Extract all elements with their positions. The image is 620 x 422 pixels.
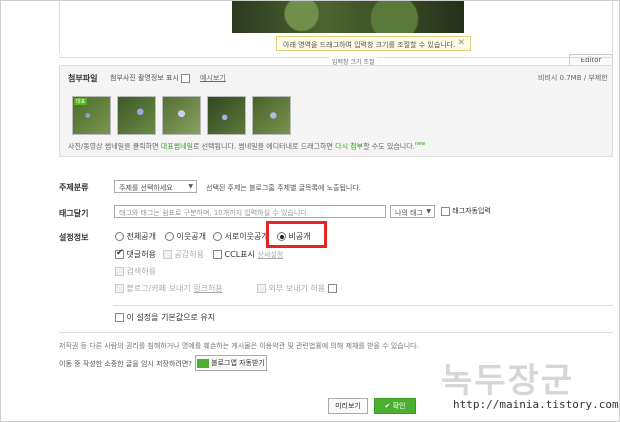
- radio-label: 전체공개: [126, 232, 156, 241]
- sympathy-allow-checkbox: [163, 250, 172, 259]
- chevron-down-icon: ▼: [426, 208, 431, 215]
- tags-input[interactable]: 태그와 태그는 쉼표로 구분하며, 10개까지 입력하실 수 있습니다.: [114, 205, 386, 218]
- confirm-label: 확인: [392, 402, 406, 410]
- comment-allow-label: 댓글허용: [126, 250, 156, 259]
- search-allow-option: 검색허용: [115, 266, 156, 277]
- thumbnail-list: 대표: [72, 96, 291, 135]
- blog-app-label: 블로그앱 자동받기: [211, 359, 265, 367]
- attachment-help-text: 사진/동영상 썸네일을 클릭하면 대표썸네일로 선택됩니다. 썸네일을 에디터내…: [68, 141, 425, 151]
- my-tags-button[interactable]: 나의 태그 ▼: [390, 205, 435, 218]
- external-send-checkbox: [257, 284, 266, 293]
- resize-tooltip: 아래 영역을 드래그하여 입력창 크기를 조절할 수 있습니다. ✕: [276, 36, 471, 51]
- divider: [59, 332, 613, 333]
- radio-mutual-neighbors[interactable]: 서로이웃공개: [213, 231, 269, 242]
- auto-tag-checkbox[interactable]: [441, 206, 450, 216]
- external-send-option: 외부 보내기 허용: [257, 283, 337, 294]
- auto-tag-option[interactable]: 태그자동입력: [441, 206, 491, 216]
- comment-allow-checkbox[interactable]: [115, 248, 124, 259]
- attachment-title: 첨부파일: [68, 74, 98, 83]
- thumbnail-badge: 대표: [74, 98, 88, 105]
- thumbnail[interactable]: 대표: [72, 96, 111, 135]
- radio-button[interactable]: [115, 232, 124, 241]
- comment-allow-option[interactable]: 댓글허용: [115, 248, 156, 260]
- copyright-notice: 저작권 등 다른 사람의 권리를 침해하거나 명예를 훼손하는 게시물은 이용약…: [59, 342, 419, 350]
- blog-send-option: 블로그/카페 보내기 링크허용: [115, 283, 223, 294]
- ccl-checkbox[interactable]: [213, 250, 222, 259]
- ccl-detail-link[interactable]: 상세설정: [257, 251, 283, 259]
- help-text-part: 로 선택됩니다. 썸네일을 에디터내로 드래그하면: [192, 142, 336, 151]
- radio-label: 이웃공개: [176, 232, 206, 241]
- show-exif-checkbox[interactable]: [181, 73, 191, 83]
- help-link-reattach[interactable]: 다시 첨부: [335, 142, 363, 150]
- thumbnail[interactable]: [117, 96, 156, 135]
- attachment-panel: 첨부파일 첨부사진 촬영정보 표시 예시보기 비비시 0.7MB / 부제한 대…: [59, 65, 613, 157]
- resize-handle[interactable]: 입력창 크기 조절: [59, 57, 613, 66]
- thumbnail[interactable]: [252, 96, 291, 135]
- ccl-option[interactable]: CCL표시 상세설정: [213, 249, 283, 260]
- confirm-button[interactable]: ✔ 확인: [374, 398, 416, 414]
- settings-label: 설정정보: [59, 233, 89, 242]
- sympathy-allow-option: 공감허용: [163, 249, 204, 260]
- inserted-photo[interactable]: [232, 1, 464, 33]
- sympathy-allow-label: 공감허용: [174, 250, 204, 259]
- search-allow-label: 검색허용: [126, 267, 156, 276]
- save-default-label: 이 설정을 기본값으로 유지: [126, 313, 216, 322]
- close-icon[interactable]: ✕: [457, 38, 465, 48]
- tags-label: 태그달기: [59, 209, 89, 218]
- topic-select[interactable]: 주제를 선택하세요 ▼: [114, 180, 197, 193]
- check-icon: ✔: [384, 402, 391, 410]
- radio-public[interactable]: 전체공개: [115, 231, 156, 242]
- radio-button[interactable]: [165, 232, 174, 241]
- blog-app-button[interactable]: 블로그앱 자동받기: [195, 355, 267, 371]
- divider: [113, 305, 613, 306]
- attachment-size-info: 비비시 0.7MB / 부제한: [538, 74, 608, 82]
- new-badge: new: [414, 141, 426, 147]
- topic-label: 주제분류: [59, 183, 89, 192]
- chevron-down-icon: ▼: [188, 183, 193, 190]
- help-text-part: 할 수도 있습니다.: [363, 142, 415, 151]
- draft-notice: 이동 중 작성한 소중한 글을 임시 저장하려면?: [59, 360, 192, 368]
- example-link[interactable]: 예시보기: [200, 73, 226, 83]
- radio-button[interactable]: [213, 232, 222, 241]
- help-text-part: 사진/동영상 썸네일을 클릭하면: [68, 142, 161, 151]
- external-send-toggle[interactable]: [327, 284, 337, 293]
- external-send-label: 외부 보내기 허용: [268, 284, 326, 293]
- thumbnail[interactable]: [162, 96, 201, 135]
- search-allow-checkbox: [115, 267, 124, 276]
- ccl-label: CCL표시: [224, 250, 255, 259]
- show-exif-option[interactable]: 첨부사진 촬영정보 표시: [110, 73, 191, 83]
- blog-send-label: 블로그/카페 보내기: [126, 284, 191, 293]
- save-default-option[interactable]: 이 설정을 기본값으로 유지: [115, 312, 215, 323]
- link-allow-select: 링크허용: [193, 284, 223, 293]
- radio-label: 서로이웃공개: [224, 232, 269, 241]
- watermark-text: 녹두장군: [441, 361, 575, 401]
- topic-select-value: 주제를 선택하세요: [119, 184, 173, 192]
- save-default-checkbox[interactable]: [115, 313, 124, 322]
- my-tags-label: 나의 태그: [395, 209, 423, 217]
- auto-tag-label: 태그자동입력: [452, 207, 491, 215]
- watermark-url: http://mainia.tistory.com: [453, 398, 619, 411]
- blog-send-checkbox: [115, 284, 124, 293]
- help-link-thumbnail: 대표썸네일: [160, 142, 193, 151]
- preview-button[interactable]: 미리보기: [328, 398, 368, 414]
- topic-note: 선택된 주제는 블로그홈 주제별 글목록에 노출됩니다.: [206, 184, 362, 192]
- thumbnail[interactable]: [207, 96, 246, 135]
- show-exif-label: 첨부사진 촬영정보 표시: [110, 74, 179, 82]
- resize-tooltip-text: 아래 영역을 드래그하여 입력창 크기를 조절할 수 있습니다.: [283, 41, 456, 49]
- radio-neighbors[interactable]: 이웃공개: [165, 231, 206, 242]
- blog-editor-window: 아래 영역을 드래그하여 입력창 크기를 조절할 수 있습니다. ✕ Edito…: [0, 0, 620, 422]
- highlight-box: [266, 221, 327, 248]
- blog-logo-icon: [197, 358, 210, 368]
